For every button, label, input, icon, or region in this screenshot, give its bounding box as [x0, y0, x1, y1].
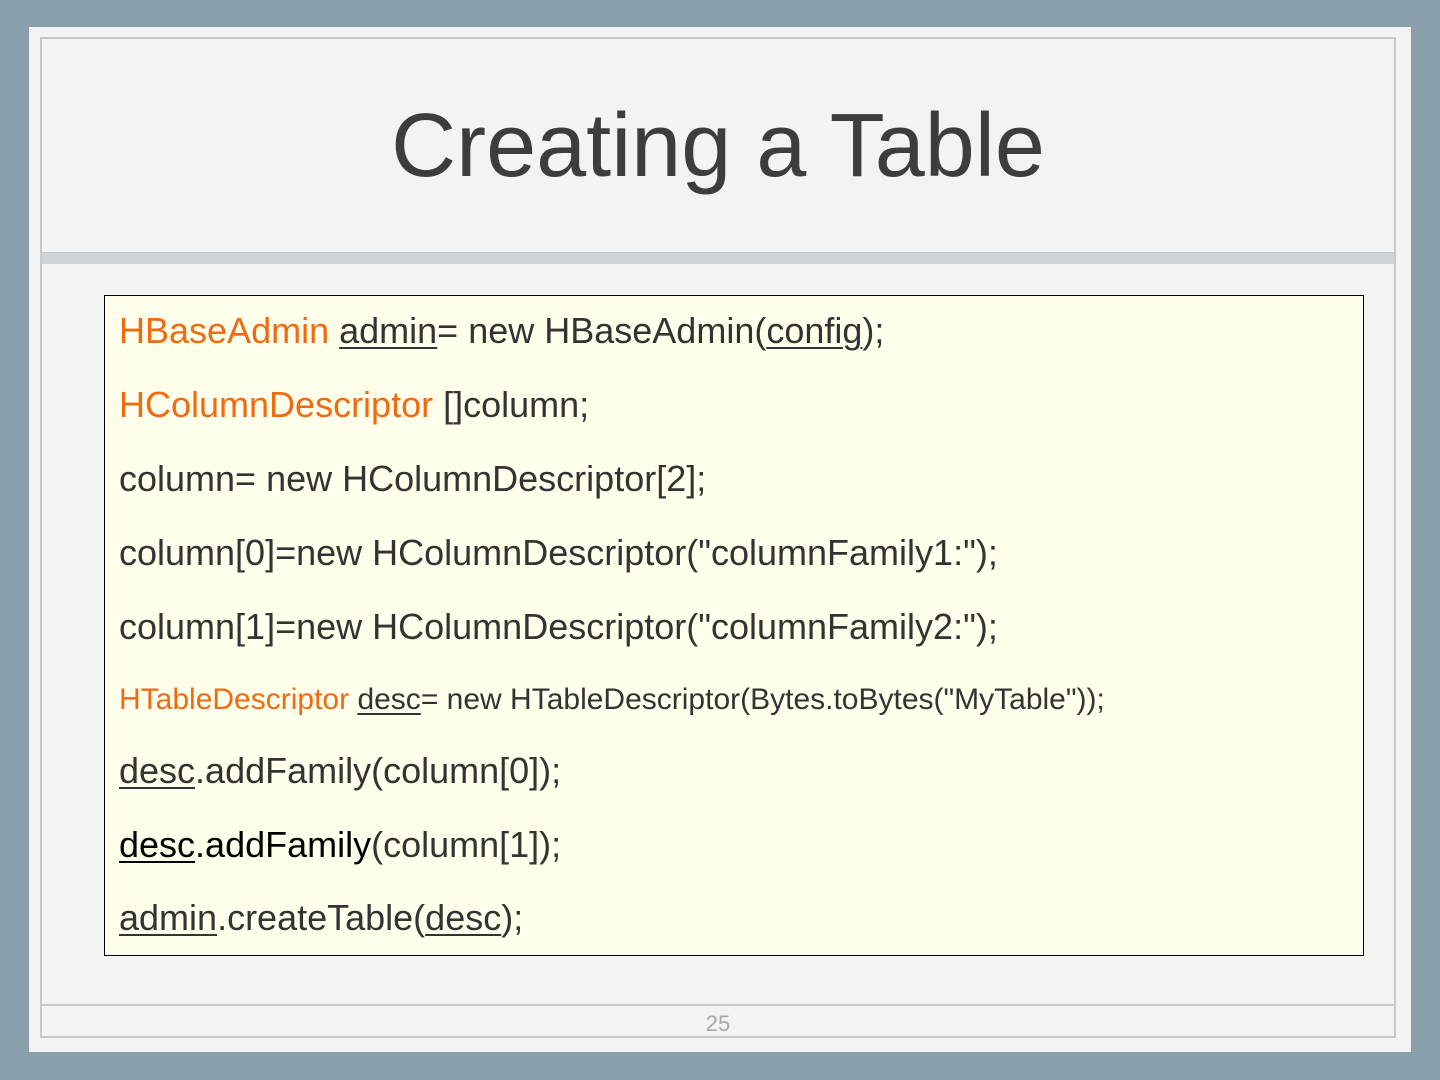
- title-divider: [42, 252, 1394, 264]
- code-type-token: HBaseAdmin: [119, 310, 330, 351]
- code-variable-token: desc: [357, 683, 421, 716]
- code-block: HBaseAdmin admin= new HBaseAdmin(config)…: [104, 295, 1364, 956]
- code-token: (column[1]);: [371, 824, 562, 865]
- code-line: desc.addFamily(column[1]);: [119, 827, 561, 863]
- code-token: );: [862, 310, 885, 351]
- code-type-token: HColumnDescriptor: [119, 384, 434, 425]
- code-line: HBaseAdmin admin= new HBaseAdmin(config)…: [119, 313, 884, 349]
- code-token: );: [501, 897, 524, 938]
- code-token: = new HBaseAdmin(: [437, 310, 767, 351]
- code-line: column= new HColumnDescriptor[2];: [119, 461, 706, 497]
- code-line: desc.addFamily(column[0]);: [119, 753, 561, 789]
- code-line: column[0]=new HColumnDescriptor("columnF…: [119, 535, 998, 571]
- code-token: column[1]=new HColumnDescriptor("columnF…: [119, 606, 998, 647]
- code-token: .createTable(: [217, 897, 426, 938]
- code-token: .addFamily(column[0]);: [195, 750, 562, 791]
- code-variable-token: desc: [119, 750, 196, 791]
- footer-divider: [42, 1004, 1394, 1006]
- code-token: column[0]=new HColumnDescriptor("columnF…: [119, 532, 998, 573]
- page-number: 25: [705, 1011, 731, 1036]
- code-variable-token: desc: [425, 897, 502, 938]
- code-variable-token: admin: [119, 897, 218, 938]
- code-type-token: HTableDescriptor: [119, 683, 350, 716]
- code-line: HTableDescriptor desc= new HTableDescrip…: [119, 685, 1105, 715]
- code-token: []column;: [433, 384, 590, 425]
- code-token: = new HTableDescriptor(Bytes.toBytes("My…: [420, 683, 1105, 716]
- code-variable-token: admin: [339, 310, 438, 351]
- code-line: column[1]=new HColumnDescriptor("columnF…: [119, 609, 998, 645]
- code-line: HColumnDescriptor []column;: [119, 387, 589, 423]
- code-token: column= new HColumnDescriptor[2];: [119, 458, 707, 499]
- code-variable-token: config: [766, 310, 863, 351]
- code-line: admin.createTable(desc);: [119, 900, 523, 936]
- code-variable-token: desc: [119, 824, 196, 865]
- slide-title: Creating a Table: [391, 96, 1045, 196]
- code-token: .addFamily: [195, 824, 372, 865]
